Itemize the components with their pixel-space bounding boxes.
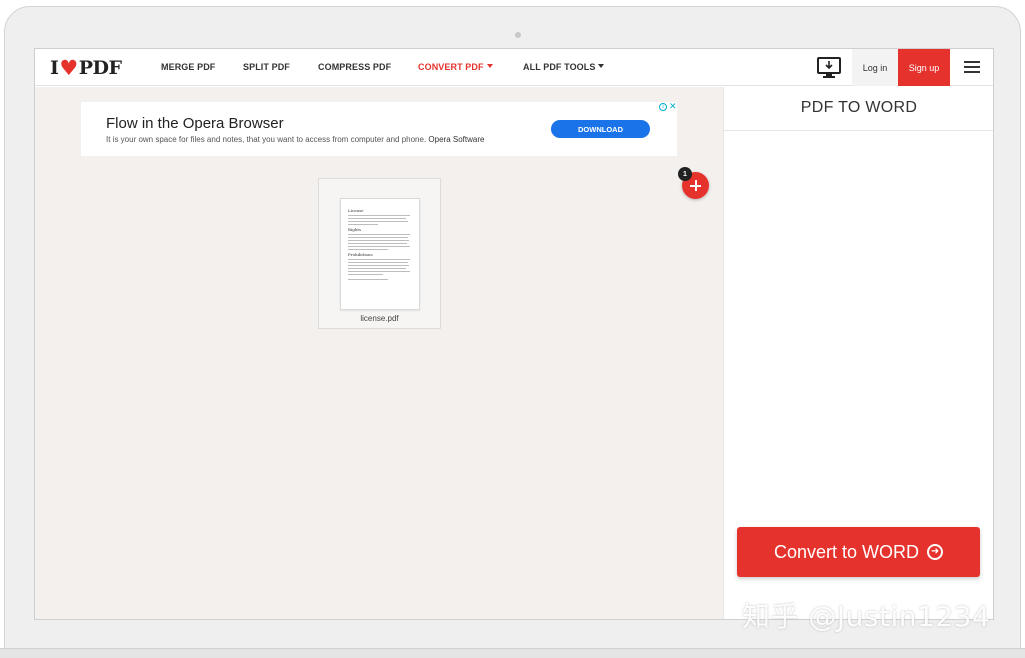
nav-split-pdf[interactable]: SPLIT PDF — [243, 62, 290, 72]
logo-suffix: PDF — [78, 57, 122, 79]
top-navbar: I ♥ PDF MERGE PDF SPLIT PDF COMPRESS PDF C… — [35, 49, 993, 86]
tool-title: PDF TO WORD — [800, 99, 918, 116]
heart-icon: ♥ — [59, 56, 78, 80]
nav-compress-pdf[interactable]: COMPRESS PDF — [318, 62, 391, 72]
arrow-right-circle-icon: ➜ — [927, 544, 944, 560]
divider — [724, 130, 993, 131]
nav-convert-pdf-label: CONVERT PDF — [418, 62, 484, 72]
convert-button-label: Convert to WORD — [773, 541, 920, 562]
login-button[interactable]: Log in — [852, 49, 898, 86]
laptop-base — [0, 648, 1025, 658]
ad-description: It is your own space for files and notes… — [106, 135, 484, 144]
nav-merge-pdf[interactable]: MERGE PDF — [161, 62, 215, 72]
info-icon[interactable]: i — [659, 103, 667, 111]
file-count-badge: 1 — [678, 167, 692, 181]
caret-down-icon — [598, 64, 605, 68]
ad-text: It is your own space for files and notes… — [106, 135, 427, 144]
browser-screen: I ♥ PDF MERGE PDF SPLIT PDF COMPRESS PDF C… — [34, 48, 994, 620]
thumbnail-heading: Prohibitions — [348, 252, 373, 257]
file-card[interactable]: License Rights Prohibitions license.pdf — [318, 178, 441, 329]
signup-button[interactable]: Sign up — [898, 49, 950, 86]
options-sidebar: PDF TO WORD Convert to WORD ➜ — [723, 87, 993, 619]
watermark-text: 知乎 @Justin1234 — [742, 600, 991, 633]
thumbnail-heading: Rights — [348, 227, 362, 232]
logo-prefix: I — [50, 57, 59, 79]
camera-icon — [515, 32, 521, 38]
nav-all-pdf-tools[interactable]: ALL PDF TOOLS — [523, 62, 605, 72]
nav-convert-pdf[interactable]: CONVERT PDF — [418, 62, 493, 72]
hamburger-menu-icon[interactable] — [964, 61, 980, 74]
convert-button[interactable]: Convert to WORD ➜ — [737, 527, 980, 577]
caret-down-icon — [486, 64, 493, 68]
ad-download-button[interactable]: DOWNLOAD — [551, 120, 650, 138]
ad-banner[interactable]: Flow in the Opera Browser It is your own… — [81, 101, 677, 156]
file-name: license.pdf — [360, 314, 399, 323]
ad-advertiser: Opera Software — [428, 135, 485, 144]
desktop-monitor-icon[interactable] — [817, 57, 841, 79]
pdf-thumbnail: License Rights Prohibitions — [340, 198, 420, 310]
upload-workspace: Flow in the Opera Browser It is your own… — [35, 87, 723, 619]
nav-all-pdf-tools-label: ALL PDF TOOLS — [523, 62, 596, 72]
ilovepdf-logo[interactable]: I ♥ PDF — [50, 56, 122, 80]
close-icon[interactable]: ✕ — [669, 101, 677, 112]
ad-title[interactable]: Flow in the Opera Browser — [106, 115, 284, 132]
thumbnail-heading: License — [348, 208, 364, 213]
